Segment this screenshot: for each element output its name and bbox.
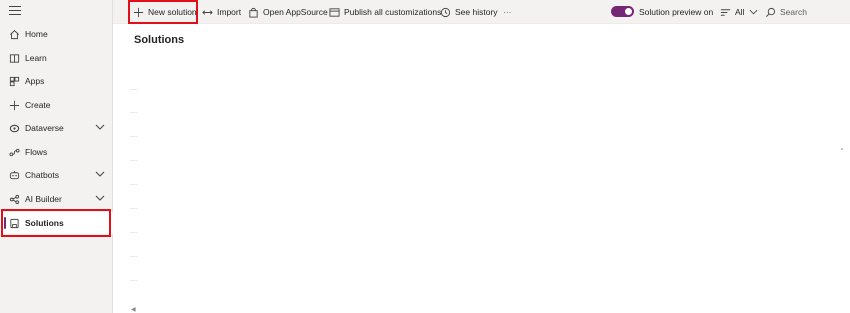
shopping-bag-icon	[248, 7, 259, 18]
scrollbar-indicator	[841, 148, 843, 150]
sidebar-item-home[interactable]: Home	[0, 23, 113, 45]
plus-icon	[8, 99, 20, 111]
left-navigation: Home Learn Apps Create Dataverse Flows C…	[0, 0, 113, 313]
import-label: Import	[217, 7, 242, 17]
row-divider	[130, 280, 138, 281]
see-history-button[interactable]: See history	[440, 5, 498, 19]
row-divider	[130, 208, 138, 209]
search-icon	[765, 7, 776, 18]
dataverse-icon	[8, 122, 20, 134]
filter-label: All	[735, 7, 745, 17]
sidebar-item-label: Chatbots	[25, 170, 60, 180]
row-divider	[130, 112, 138, 113]
see-history-label: See history	[455, 7, 498, 17]
sidebar-item-label: Learn	[25, 53, 47, 63]
sidebar-item-label: Dataverse	[25, 123, 64, 133]
sidebar-item-flows[interactable]: Flows	[0, 141, 113, 163]
search-placeholder: Search	[780, 7, 807, 17]
sidebar-item-dataverse[interactable]: Dataverse	[0, 117, 113, 139]
new-solution-highlight-box	[128, 0, 198, 24]
chatbot-icon	[8, 169, 20, 181]
publish-icon	[329, 7, 340, 18]
sidebar-item-label: Create	[25, 100, 51, 110]
import-icon	[202, 7, 213, 18]
home-icon	[8, 28, 20, 40]
page-title: Solutions	[134, 34, 185, 46]
apps-icon	[8, 75, 20, 87]
solution-preview-label: Solution preview on	[639, 7, 714, 17]
row-divider	[130, 136, 138, 137]
more-commands-button[interactable]: ···	[503, 5, 512, 19]
sidebar-item-label: Flows	[25, 147, 48, 157]
row-divider	[130, 89, 138, 90]
sidebar-item-label: Home	[25, 29, 48, 39]
row-divider	[130, 160, 138, 161]
sidebar-item-apps[interactable]: Apps	[0, 70, 113, 92]
search-box[interactable]: Search	[765, 5, 807, 19]
open-appsource-label: Open AppSource	[263, 7, 328, 17]
scroll-left-arrow-icon[interactable]: ◀	[131, 306, 136, 313]
sidebar-item-ai-builder[interactable]: AI Builder	[0, 188, 113, 210]
sidebar-item-chatbots[interactable]: Chatbots	[0, 164, 113, 186]
row-divider	[130, 184, 138, 185]
row-divider	[130, 256, 138, 257]
app-window: Home Learn Apps Create Dataverse Flows C…	[0, 0, 850, 313]
publish-all-customizations-button[interactable]: Publish all customizations	[329, 5, 441, 19]
publish-all-label: Publish all customizations	[344, 7, 442, 17]
chevron-down-icon	[748, 7, 759, 18]
sidebar-item-create[interactable]: Create	[0, 94, 113, 116]
flows-icon	[8, 146, 20, 158]
sidebar-item-label: Apps	[25, 76, 45, 86]
chevron-down-icon[interactable]	[95, 194, 105, 204]
more-label: ···	[503, 7, 512, 17]
chevron-down-icon[interactable]	[95, 170, 105, 180]
row-divider	[130, 232, 138, 233]
solution-preview-toggle[interactable]	[611, 6, 634, 17]
solutions-highlight-box	[1, 209, 111, 237]
filter-dropdown[interactable]: All	[720, 5, 763, 19]
hamburger-menu-icon[interactable]	[9, 6, 21, 16]
book-icon	[8, 52, 20, 64]
sidebar-item-label: AI Builder	[25, 194, 62, 204]
chevron-down-icon[interactable]	[95, 123, 105, 133]
filter-lines-icon	[720, 7, 731, 18]
history-icon	[440, 7, 451, 18]
sidebar-item-learn[interactable]: Learn	[0, 47, 113, 69]
import-button[interactable]: Import	[202, 5, 241, 19]
ai-builder-icon	[8, 193, 20, 205]
open-appsource-button[interactable]: Open AppSource	[248, 5, 328, 19]
